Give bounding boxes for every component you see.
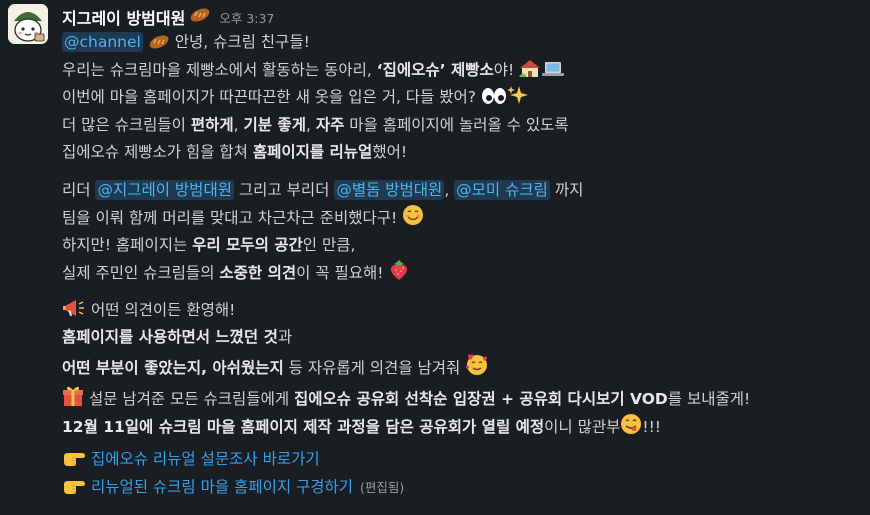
line: 홈페이지를 사용하면서 느꼈던 것과 [62,324,870,352]
bold-text: ‘집에오슈’ 제빵소 [376,60,494,79]
message-content: 지그레이 방범대원 오후 3:37 @channel 안녕, 슈크림 친구들! … [62,5,870,501]
laptop-icon [541,60,565,88]
line: 리더 @지그레이 방범대원 그리고 부리더 @별돔 방범대원, @모미 슈크림 … [62,177,870,205]
line: @channel 안녕, 슈크림 친구들! [62,29,870,57]
line: 팀을 이뤄 함께 머리를 맞대고 차근차근 준비했다구! [62,204,870,232]
text: 우리는 슈크림마을 제빵소에서 활동하는 동아리, [62,60,377,79]
text: 하지만! 홈페이지는 [62,235,193,254]
bold-text: 홈페이지를 사용하면서 느꼈던 것 [62,328,278,346]
pointing-right-icon [62,449,86,477]
line: 실제 주민인 슈크림들의 소중한 의견이 꼭 필요해! [62,259,870,287]
bold-text: 집에오슈 공유회 선착순 입장권 + 공유회 다시보기 VOD [294,390,668,408]
line: 집에오슈 리뉴얼 설문조사 바로가기 [62,446,870,474]
text: 더 많은 슈크림들이 [62,115,191,134]
sender-name[interactable]: 지그레이 방범대원 [62,5,185,29]
text: 이니 많관부 [544,417,621,436]
smiling-face-icon [402,204,424,236]
line: 어떤 의견이든 환영해! [62,297,870,325]
sparkles-icon [506,85,529,115]
text: 이 꼭 필요해! [296,264,384,282]
text: 했어! [372,143,408,161]
text: 등 자유롭게 의견을 남겨줘 [283,358,461,377]
text: 그리고 부리더 [233,180,335,199]
line: 하지만! 홈페이지는 우리 모두의 공간인 만큼, [62,232,870,260]
text: 인 만큼, [302,235,356,254]
house-icon [519,58,541,88]
user-mention[interactable]: @지그레이 방범대원 [95,179,234,200]
text: 과 [277,328,293,346]
message-header: 지그레이 방범대원 오후 3:37 [62,5,870,29]
text: 야! [493,60,515,79]
text: 집에오슈 제빵소가 힘을 합쳐 [62,143,253,161]
greeting-text: 안녕, 슈크림 친구들! [174,33,310,51]
avatar[interactable] [8,4,48,44]
bold-text: 우리 모두의 공간 [192,235,303,254]
bold-text: 기분 좋게 [243,115,306,134]
line: 설문 남겨준 모든 슈크림들에게 집에오슈 공유회 선착순 입장권 + 공유회 … [62,385,870,413]
line: 어떤 부분이 좋았는지, 아쉬웠는지 등 자유롭게 의견을 남겨줘 [62,352,870,380]
bread-icon [148,32,170,60]
bold-text: 홈페이지를 리뉴얼 [252,143,373,161]
message: 지그레이 방범대원 오후 3:37 @channel 안녕, 슈크림 친구들! … [0,0,870,515]
smiling-face-with-hearts-icon [465,352,489,386]
channel-mention[interactable]: @channel [62,32,143,52]
pointing-right-icon [62,477,86,505]
text: 까지 [549,180,584,199]
homepage-link[interactable]: 리뉴얼된 슈크림 마을 홈페이지 구경하기 [91,478,353,496]
text: 어떤 의견이든 환영해! [90,300,236,319]
text: 설문 남겨준 모든 슈크림들에게 [88,390,295,408]
line: 더 많은 슈크림들이 편하게, 기분 좋게, 자주 마을 홈페이지에 놀러올 수… [62,112,870,140]
bold-text: 편하게 [190,115,234,134]
bold-text: 어떤 부분이 좋았는지, 아쉬웠는지 [62,358,284,377]
user-mention[interactable]: @모미 슈크림 [454,179,550,200]
line: 이번에 마을 홈페이지가 따끈따끈한 새 옷을 입은 거, 다들 봤어? [62,84,870,112]
text: !!! [642,417,662,436]
text: , [305,115,316,134]
text: 이번에 마을 홈페이지가 따끈따끈한 새 옷을 입은 거, 다들 봤어? [62,88,476,106]
eyes-icon [481,87,507,115]
bold-text: 소중한 의견 [219,264,297,282]
text: 마을 홈페이지에 놀러올 수 있도록 [344,115,569,134]
bold-text: 12월 11일에 슈크림 마을 홈페이지 제작 과정을 담은 공유회가 열릴 예… [62,417,545,436]
text: 리더 [62,180,96,199]
line: 리뉴얼된 슈크림 마을 홈페이지 구경하기 (편집됨) [62,474,870,502]
text: 를 보내줄게! [667,390,751,408]
line: 12월 11일에 슈크림 마을 홈페이지 제작 과정을 담은 공유회가 열릴 예… [62,413,870,441]
edited-label: (편집됨) [360,479,405,495]
text: 실제 주민인 슈크림들의 [62,264,220,282]
megaphone-icon [62,298,86,328]
text: , [444,180,455,199]
text: , [233,115,244,134]
survey-link[interactable]: 집에오슈 리뉴얼 설문조사 바로가기 [91,450,320,468]
gift-icon [62,385,84,417]
user-mention[interactable]: @별돔 방범대원 [334,179,445,200]
yum-face-icon [620,413,642,445]
line: 집에오슈 제빵소가 힘을 합쳐 홈페이지를 리뉴얼했어! [62,139,870,167]
bold-text: 자주 [315,115,345,134]
bread-icon[interactable] [189,7,211,27]
line: 우리는 슈크림마을 제빵소에서 활동하는 동아리, ‘집에오슈’ 제빵소야! [62,57,870,85]
strawberry-icon [388,259,410,291]
text: 팀을 이뤄 함께 머리를 맞대고 차근차근 준비했다구! [62,209,398,227]
timestamp[interactable]: 오후 3:37 [219,8,274,27]
